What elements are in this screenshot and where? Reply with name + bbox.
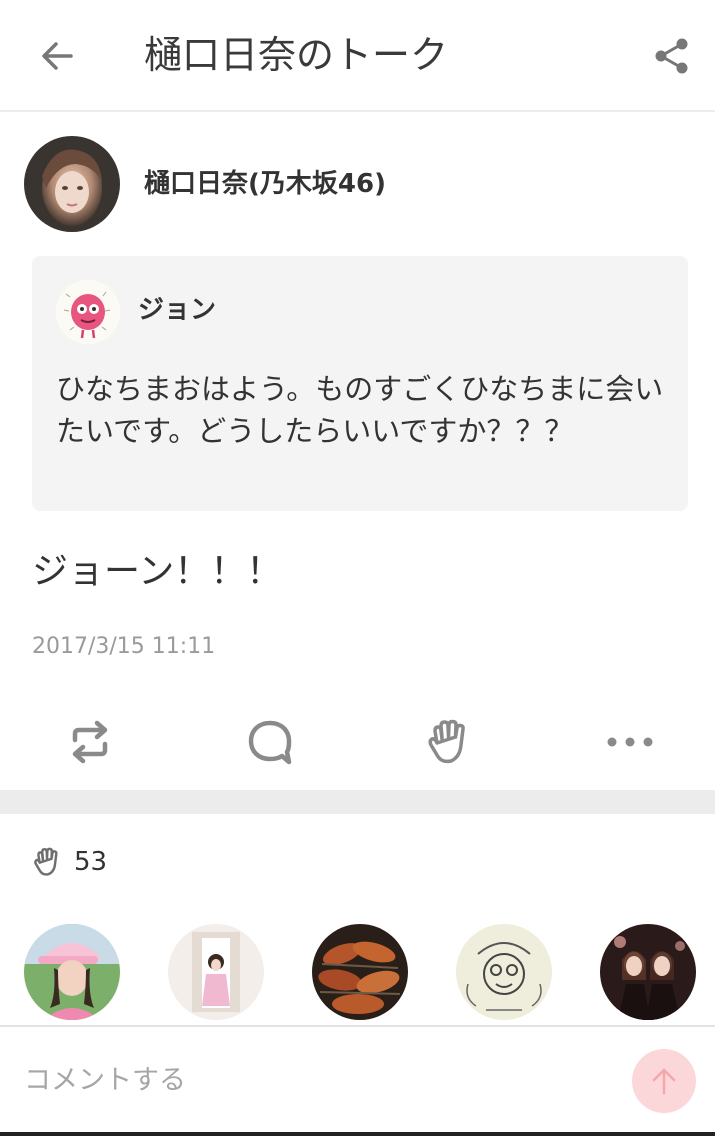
post-timestamp: 2017/3/15 11:11 (32, 634, 216, 659)
liker-avatar[interactable] (456, 924, 552, 1020)
quoted-user-avatar[interactable] (56, 280, 120, 344)
liker-avatar[interactable] (24, 924, 120, 1020)
reply-text: ジョーン！！！ (32, 551, 283, 592)
section-divider (0, 790, 715, 814)
quoted-message: ジョン ひなちまおはよう。ものすごくひなちまに会いたいです。どうしたらいいですか… (32, 256, 688, 511)
comment-button[interactable] (242, 718, 298, 766)
liker-avatar-image (600, 924, 696, 1020)
arrow-up-icon (652, 1068, 676, 1095)
applause-hand-icon (34, 847, 58, 876)
liker-avatar[interactable] (312, 924, 408, 1020)
quoted-message-text: ひなちまおはよう。ものすごくひなちまに会いたいです。どうしたらいいですか？？？ (56, 372, 664, 448)
retweet-button[interactable] (62, 718, 118, 766)
arrow-left-icon (42, 42, 73, 70)
comment-bar (0, 1025, 715, 1136)
action-bar (0, 712, 715, 772)
author-name[interactable]: 樋口日奈(乃木坂46) (144, 166, 386, 202)
liker-avatar-image (456, 924, 552, 1020)
comment-input[interactable] (24, 1055, 604, 1105)
liker-avatar[interactable] (600, 924, 696, 1020)
liker-avatar-image (24, 924, 120, 1020)
back-button[interactable] (30, 32, 84, 80)
author-avatar[interactable] (24, 136, 120, 232)
send-comment-button[interactable] (632, 1049, 696, 1113)
retweet-icon (72, 720, 108, 764)
liker-avatar[interactable] (168, 924, 264, 1020)
applause-button[interactable] (422, 718, 478, 766)
share-button[interactable] (648, 32, 696, 80)
applause-count: 53 (74, 847, 108, 877)
more-button[interactable] (602, 718, 658, 766)
page-title: 樋口日奈のトーク (144, 33, 449, 77)
share-icon (655, 38, 688, 74)
applause-hand-icon (428, 719, 465, 764)
more-dots-icon (607, 737, 653, 747)
quoted-user-name[interactable]: ジョン (138, 292, 216, 328)
liker-avatar-image (312, 924, 408, 1020)
author-avatar-image (24, 136, 120, 232)
applause-summary[interactable]: 53 (32, 842, 107, 882)
liker-avatar-image (168, 924, 264, 1020)
comment-bubble-icon (248, 720, 292, 765)
pink-monster-avatar-icon (56, 280, 120, 344)
app-header: 樋口日奈のトーク (0, 0, 715, 112)
bottom-edge (0, 1132, 715, 1136)
